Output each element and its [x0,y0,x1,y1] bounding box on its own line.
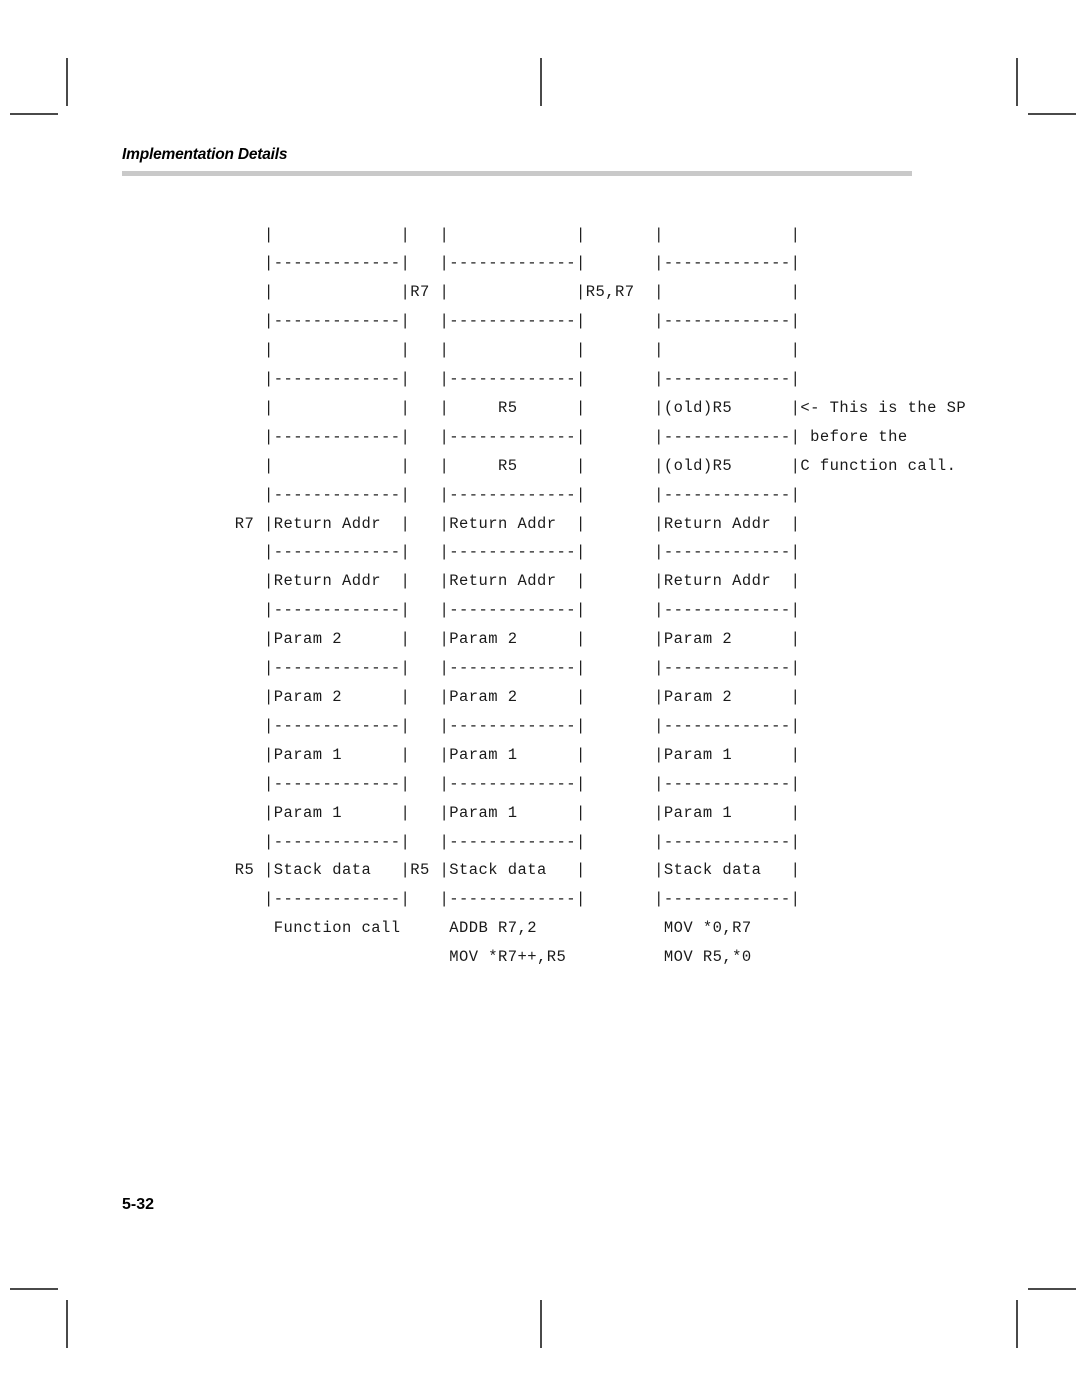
crop-mark-bottom-left-horizontal [10,1288,58,1290]
crop-mark-top-right-vertical [1016,58,1018,106]
crop-mark-top-left-horizontal [10,113,58,115]
crop-mark-top-right-horizontal [1028,113,1076,115]
crop-mark-bottom-center-vertical [540,1300,542,1348]
crop-mark-top-center-vertical [540,58,542,106]
running-header: Implementation Details [122,146,912,176]
crop-mark-bottom-left-vertical [66,1300,68,1348]
page-title: Implementation Details [122,146,288,163]
document-page: Implementation Details | | | | | | |----… [0,0,1080,1397]
header-divider [122,171,912,176]
crop-mark-top-left-vertical [66,58,68,106]
stack-frame-ascii-diagram: | | | | | | |-------------| |-----------… [234,225,967,967]
page-number: 5-32 [122,1196,155,1213]
crop-mark-bottom-right-horizontal [1028,1288,1076,1290]
crop-mark-bottom-right-vertical [1016,1300,1018,1348]
